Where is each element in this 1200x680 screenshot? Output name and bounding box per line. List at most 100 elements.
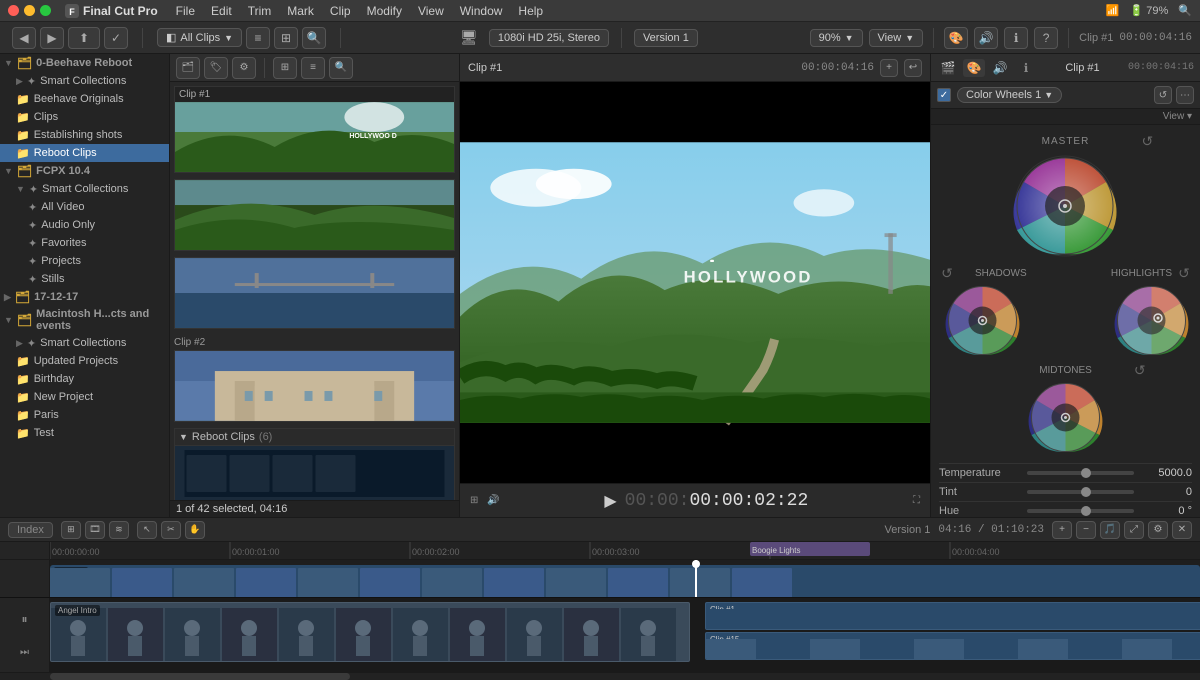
skip-btn[interactable]: ⏭ — [20, 647, 29, 658]
sidebar-smart-collections-mac[interactable]: ▶ ✦ Smart Collections — [0, 334, 169, 352]
sidebar-test[interactable]: 📁 Test — [0, 424, 169, 442]
menu-clip[interactable]: Clip — [330, 4, 351, 18]
play-pause-btn[interactable]: ⏸ — [21, 612, 27, 627]
audio-icon[interactable]: 🔊 — [487, 495, 499, 506]
sidebar-library-date[interactable]: ▶ 🗂 17-12-17 — [0, 288, 169, 306]
clip-thumb-4[interactable] — [174, 350, 455, 422]
sidebar-library-beehave[interactable]: ▼ 🗂 0-Beehave Reboot — [0, 54, 169, 72]
more-btn[interactable]: ⋯ — [1176, 86, 1194, 104]
sidebar-projects[interactable]: ✦ Projects — [0, 252, 169, 270]
sidebar-stills[interactable]: ✦ Stills — [0, 270, 169, 288]
clip-1-upper[interactable]: Clip #1 — [705, 602, 1200, 630]
sidebar-library-mac[interactable]: ▼ 🗂 Macintosh H...cts and events — [0, 306, 169, 334]
sidebar-updated-projects[interactable]: 📁 Updated Projects — [0, 352, 169, 370]
skim-icon[interactable]: ⊞ — [470, 495, 478, 506]
minimize-button[interactable] — [24, 5, 35, 16]
inspector-color-icon[interactable]: 🎨 — [963, 59, 985, 77]
back-button[interactable]: ◀ — [12, 27, 36, 49]
library-btn[interactable]: 🗂 — [176, 57, 200, 79]
highlights-reset-btn[interactable]: ↺ — [1176, 265, 1192, 281]
effect-name-dropdown[interactable]: Color Wheels 1 ▼ — [957, 87, 1062, 103]
temperature-slider[interactable] — [1027, 471, 1134, 475]
fullscreen-icon[interactable]: ⛶ — [913, 495, 920, 506]
inspector-video-btn[interactable]: 🎨 — [944, 27, 968, 49]
settings-btn[interactable]: ⚙ — [1148, 521, 1168, 539]
angel-intro-clip[interactable]: Angel Intro — [50, 602, 690, 662]
timeline-scrollbar[interactable] — [0, 672, 1200, 680]
clip-15[interactable]: Clip #15 — [705, 632, 1200, 660]
window-controls[interactable] — [8, 5, 51, 16]
index-button[interactable]: Index — [8, 522, 53, 538]
grid-view-button[interactable]: ⊞ — [274, 27, 298, 49]
menu-bar[interactable]: File Edit Trim Mark Clip Modify View Win… — [176, 4, 543, 18]
menu-file[interactable]: File — [176, 4, 195, 18]
sidebar-reboot-clips[interactable]: 📁 Reboot Clips — [0, 144, 169, 162]
expand-btn[interactable]: ⤢ — [1124, 521, 1144, 539]
inspector-audio-btn[interactable]: 🔊 — [974, 27, 998, 49]
sidebar-establishing-shots[interactable]: 📁 Establishing shots — [0, 126, 169, 144]
grid-view-btn[interactable]: ⊞ — [61, 521, 81, 539]
playhead[interactable] — [695, 560, 697, 597]
sidebar-library-fcpx[interactable]: ▼ 🗂 FCPX 10.4 — [0, 162, 169, 180]
shadows-wheel-svg[interactable] — [945, 283, 1020, 358]
sidebar-beehave-originals[interactable]: 📁 Beehave Originals — [0, 90, 169, 108]
zoom-out-btn[interactable]: − — [1076, 521, 1096, 539]
browser-search-btn[interactable]: 🔍 — [329, 57, 353, 79]
timeline-view-controls[interactable]: ⊞ 🎞 ≋ — [61, 521, 129, 539]
viewer-content[interactable]: HOLLYWOOD — [460, 82, 930, 483]
sidebar-audio-only[interactable]: ✦ Audio Only — [0, 216, 169, 234]
sidebar-clips[interactable]: 📁 Clips — [0, 108, 169, 126]
inspector-icon-row[interactable]: 🎬 🎨 🔊 ℹ — [937, 59, 1037, 77]
close-timeline-btn[interactable]: ✕ — [1172, 521, 1192, 539]
reset-effect-btn[interactable]: ↺ — [1154, 86, 1172, 104]
sidebar-smart-collections-fcpx[interactable]: ▼ ✦ Smart Collections — [0, 180, 169, 198]
checkmark-button[interactable]: ✓ — [104, 27, 128, 49]
add-to-left-btn[interactable]: + — [880, 59, 898, 77]
master-wheel-svg[interactable] — [1010, 151, 1120, 261]
temperature-thumb[interactable] — [1081, 468, 1091, 478]
import-button[interactable]: ⬆ — [68, 27, 100, 49]
hue-slider[interactable] — [1027, 509, 1134, 513]
highlights-wheel-svg[interactable] — [1114, 283, 1189, 358]
sidebar-new-project[interactable]: 📁 New Project — [0, 388, 169, 406]
search-button[interactable]: 🔍 — [302, 27, 326, 49]
all-clips-label[interactable]: ◧ All Clips ▼ — [157, 28, 242, 47]
add-to-right-btn[interactable]: ↩ — [904, 59, 922, 77]
inspector-video-icon[interactable]: 🎬 — [937, 59, 959, 77]
timeline-edit-controls[interactable]: ↖ ✂ ✋ — [137, 521, 205, 539]
select-btn[interactable]: ↖ — [137, 521, 157, 539]
fullscreen-button[interactable] — [40, 5, 51, 16]
tint-thumb[interactable] — [1081, 487, 1091, 497]
tags-btn[interactable]: 🏷 — [204, 57, 228, 79]
transport-controls[interactable]: ▶ 00:00:00:00:02:22 — [604, 491, 808, 511]
hue-thumb[interactable] — [1081, 506, 1091, 516]
view-button[interactable]: View ▾ — [1163, 111, 1192, 122]
version-label[interactable]: Version 1 — [634, 29, 698, 47]
clip-thumb-1[interactable]: Clip #1 HOLLYWOO D — [174, 86, 455, 173]
menu-view[interactable]: View — [418, 4, 444, 18]
scrollbar-thumb[interactable] — [50, 673, 350, 680]
menu-edit[interactable]: Edit — [211, 4, 232, 18]
search-icon[interactable]: 🔍 — [1178, 4, 1192, 17]
midtones-wheel-svg[interactable] — [1028, 380, 1103, 455]
shadows-reset-btn[interactable]: ↺ — [939, 265, 955, 281]
waveform-btn[interactable]: ≋ — [109, 521, 129, 539]
view-label[interactable]: View ▼ — [869, 29, 924, 47]
timeline-nav[interactable]: + − 🎵 ⤢ ⚙ ✕ — [1052, 521, 1192, 539]
clip-thumb-3[interactable] — [174, 257, 455, 329]
menu-help[interactable]: Help — [518, 4, 543, 18]
menu-trim[interactable]: Trim — [248, 4, 272, 18]
timeline-clip-1[interactable]: Clip #1 — [50, 565, 1200, 597]
audio-lanes-btn[interactable]: 🎵 — [1100, 521, 1120, 539]
close-button[interactable] — [8, 5, 19, 16]
filter-btn[interactable]: ⚙ — [232, 57, 256, 79]
sidebar-favorites[interactable]: ✦ Favorites — [0, 234, 169, 252]
menu-window[interactable]: Window — [460, 4, 503, 18]
sidebar-birthday[interactable]: 📁 Birthday — [0, 370, 169, 388]
forward-button[interactable]: ▶ — [40, 27, 64, 49]
zoom-in-btn[interactable]: + — [1052, 521, 1072, 539]
menu-modify[interactable]: Modify — [367, 4, 402, 18]
effect-checkbox[interactable]: ✓ — [937, 88, 951, 102]
sidebar-all-video[interactable]: ✦ All Video — [0, 198, 169, 216]
hand-btn[interactable]: ✋ — [185, 521, 205, 539]
